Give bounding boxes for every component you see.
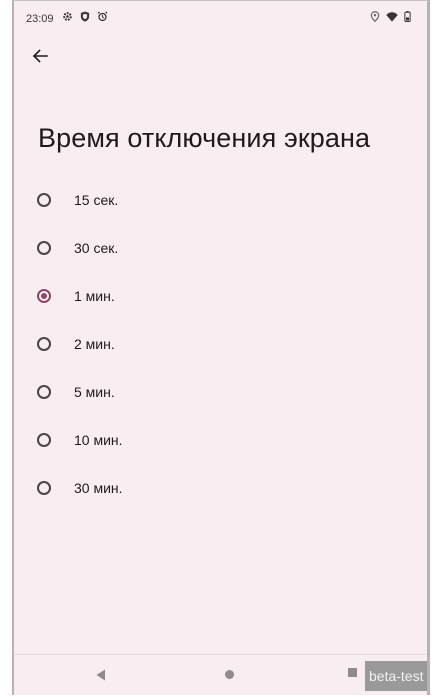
wifi-icon: [386, 11, 398, 22]
timeout-options-list: 15 сек. 30 сек. 1 мин. 2 мин. 5 мин. 10 …: [14, 176, 427, 512]
option-30-sec[interactable]: 30 сек.: [14, 224, 427, 272]
option-30-min[interactable]: 30 мин.: [14, 464, 427, 512]
radio-button[interactable]: [37, 193, 51, 207]
gear-icon: [62, 11, 73, 22]
radio-button-selected[interactable]: [37, 289, 51, 303]
device-screen: 23:09 Время отключения экрана 15 сек. 30…: [12, 0, 430, 695]
shield-icon: [80, 11, 90, 22]
status-notification-icons: [62, 11, 108, 22]
nav-home-icon[interactable]: [225, 670, 234, 679]
page-title: Время отключения экрана: [38, 123, 371, 153]
option-5-min[interactable]: 5 мин.: [14, 368, 427, 416]
option-label: 30 сек.: [74, 240, 119, 256]
status-system-icons: [370, 11, 411, 22]
radio-dot: [41, 293, 47, 299]
option-label: 2 мин.: [74, 336, 115, 352]
arrow-left-icon: [32, 49, 48, 63]
option-label: 5 мин.: [74, 384, 115, 400]
navigation-bar: beta-test: [14, 654, 427, 695]
option-10-min[interactable]: 10 мин.: [14, 416, 427, 464]
status-bar: 23:09: [14, 1, 427, 37]
location-icon: [370, 11, 380, 22]
option-label: 10 мин.: [74, 432, 123, 448]
back-button[interactable]: [24, 43, 56, 69]
status-time: 23:09: [26, 13, 54, 25]
option-label: 15 сек.: [74, 192, 119, 208]
nav-back-icon[interactable]: [96, 668, 106, 686]
battery-icon: [404, 11, 411, 22]
nav-recents-icon[interactable]: [348, 668, 357, 677]
radio-button[interactable]: [37, 433, 51, 447]
radio-button[interactable]: [37, 481, 51, 495]
radio-button[interactable]: [37, 385, 51, 399]
option-2-min[interactable]: 2 мин.: [14, 320, 427, 368]
alarm-icon: [97, 11, 108, 22]
option-label: 30 мин.: [74, 480, 123, 496]
watermark-label: beta-test: [365, 661, 427, 691]
option-1-min[interactable]: 1 мин.: [14, 272, 427, 320]
radio-button[interactable]: [37, 241, 51, 255]
radio-button[interactable]: [37, 337, 51, 351]
option-15-sec[interactable]: 15 сек.: [14, 176, 427, 224]
option-label: 1 мин.: [74, 288, 115, 304]
